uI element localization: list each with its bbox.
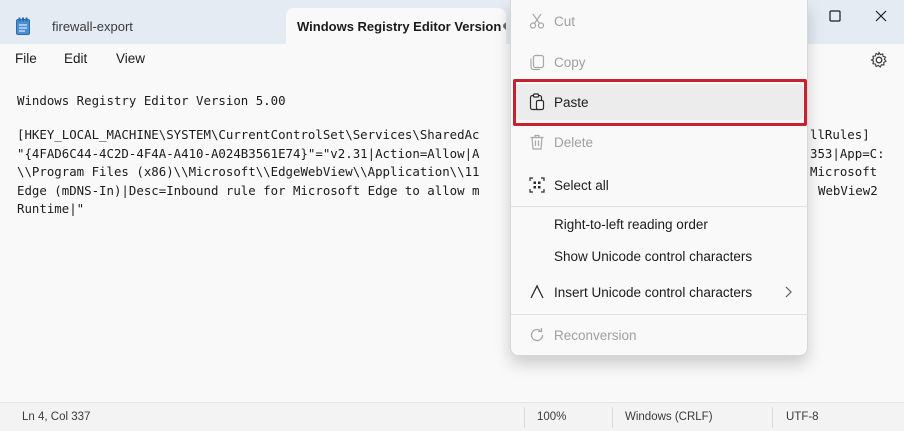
tab-firewall-export[interactable]: firewall-export bbox=[0, 8, 284, 44]
menu-item-reconversion[interactable]: Reconversion bbox=[515, 317, 803, 353]
editor-line: [HKEY_LOCAL_MACHINE\SYSTEM\CurrentContro… bbox=[17, 127, 480, 142]
menu-item-label: Reconversion bbox=[554, 327, 637, 343]
tab-registry-editor[interactable]: Windows Registry Editor Version 5. bbox=[286, 8, 506, 44]
cursor-position: Ln 4, Col 337 bbox=[22, 411, 91, 423]
editor-line-fragment: Microsoft bbox=[810, 164, 878, 179]
menu-item-show-unicode[interactable]: Show Unicode control characters bbox=[515, 238, 803, 274]
close-icon bbox=[875, 10, 887, 22]
menu-item-label: Delete bbox=[554, 134, 594, 150]
menu-item-copy[interactable]: Copy bbox=[515, 44, 803, 80]
chevron-right-icon bbox=[783, 286, 793, 301]
tab-label: firewall-export bbox=[52, 18, 133, 34]
menu-item-select-all[interactable]: Select all bbox=[515, 167, 803, 203]
tab-label: Windows Registry Editor Version 5. bbox=[297, 18, 506, 34]
editor-line: "{4FAD6C44-4C2D-4F4A-A410-A024B3561E74}"… bbox=[17, 146, 480, 161]
settings-button[interactable] bbox=[869, 50, 889, 70]
menu-divider bbox=[511, 314, 808, 315]
copy-icon bbox=[527, 52, 547, 72]
close-button[interactable] bbox=[858, 0, 904, 32]
maximize-button[interactable] bbox=[812, 0, 858, 32]
line-ending[interactable]: Windows (CRLF) bbox=[625, 411, 713, 423]
status-divider bbox=[772, 407, 773, 428]
menu-item-cut[interactable]: Cut bbox=[515, 3, 803, 39]
unsaved-dot-icon bbox=[503, 23, 506, 29]
maximize-icon bbox=[829, 10, 841, 22]
menu-item-label: Copy bbox=[554, 54, 586, 70]
gear-icon bbox=[870, 51, 887, 68]
scissors-icon bbox=[527, 11, 547, 31]
editor-line: \\Program Files (x86)\\Microsoft\\EdgeWe… bbox=[17, 164, 480, 179]
context-menu: Cut Copy Paste Delete Select all Right-t… bbox=[510, 0, 808, 356]
highlight-outline bbox=[513, 79, 807, 126]
editor-line-fragment: WebView2 bbox=[818, 183, 878, 198]
editor-line: Edge (mDNS-In)|Desc=Inbound rule for Mic… bbox=[17, 183, 480, 198]
status-divider bbox=[612, 407, 613, 428]
editor-line-fragment: 353|App=C: bbox=[810, 146, 885, 161]
menu-item-label: Insert Unicode control characters bbox=[554, 284, 753, 300]
editor-line: Runtime|" bbox=[17, 201, 85, 216]
menu-item-label: Right-to-left reading order bbox=[554, 216, 708, 232]
encoding[interactable]: UTF-8 bbox=[786, 411, 819, 423]
trash-icon bbox=[527, 132, 547, 152]
notepad-icon bbox=[16, 17, 30, 35]
reconversion-icon bbox=[527, 325, 547, 345]
editor-line-fragment: llRules] bbox=[810, 127, 870, 142]
menu-item-label: Show Unicode control characters bbox=[554, 248, 753, 264]
menu-file[interactable]: File bbox=[15, 51, 37, 66]
menu-item-insert-unicode[interactable]: Insert Unicode control characters bbox=[515, 274, 803, 310]
status-divider bbox=[524, 407, 525, 428]
menu-item-rtl[interactable]: Right-to-left reading order bbox=[515, 206, 803, 242]
zoom-level[interactable]: 100% bbox=[537, 411, 566, 423]
status-bar: Ln 4, Col 337 100% Windows (CRLF) UTF-8 bbox=[0, 402, 904, 431]
select-all-icon bbox=[527, 175, 547, 195]
editor-line: Windows Registry Editor Version 5.00 bbox=[17, 93, 286, 108]
menu-edit[interactable]: Edit bbox=[64, 51, 87, 66]
menu-view[interactable]: View bbox=[116, 51, 145, 66]
menu-item-label: Select all bbox=[554, 177, 609, 193]
menu-item-label: Cut bbox=[554, 13, 576, 29]
menu-item-delete[interactable]: Delete bbox=[515, 124, 803, 160]
caret-icon bbox=[527, 282, 547, 302]
